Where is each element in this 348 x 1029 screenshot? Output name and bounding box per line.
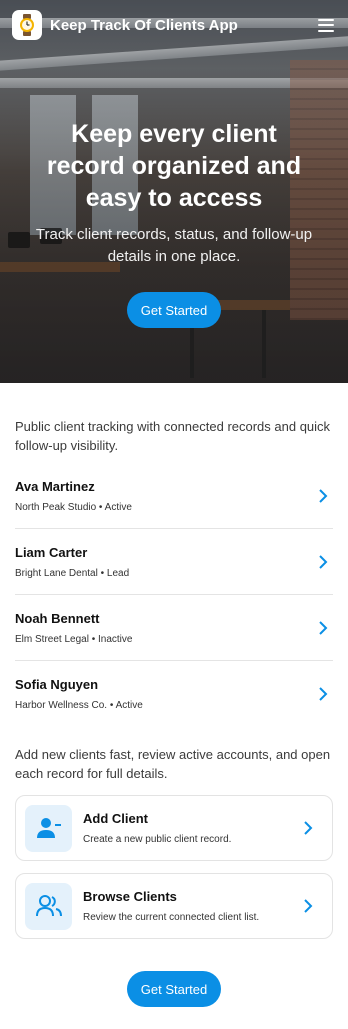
intro-text: Public client tracking with connected re… <box>15 419 331 453</box>
browse-clients-card[interactable]: Browse Clients Review the current connec… <box>15 873 333 939</box>
add-client-card[interactable]: Add Client Create a new public client re… <box>15 795 333 861</box>
client-name: Ava Martinez <box>15 478 95 494</box>
hero-section: Keep Track Of Clients App Keep every cli… <box>0 0 348 383</box>
client-name: Sofia Nguyen <box>15 677 99 692</box>
chevron-right-icon[interactable] <box>298 896 318 916</box>
list-item[interactable]: Noah Bennett Elm Street Legal • Inactive <box>15 595 333 661</box>
chevron-right-icon[interactable] <box>298 818 318 838</box>
watch-icon[interactable] <box>12 10 42 40</box>
client-list: Ava Martinez North Peak Studio • Active … <box>15 463 333 727</box>
list-item[interactable]: Ava Martinez North Peak Studio • Active <box>15 463 333 529</box>
chevron-right-icon[interactable] <box>313 684 333 704</box>
chevron-right-icon[interactable] <box>313 486 333 506</box>
card-description: Review the current connected client list… <box>83 912 260 923</box>
chevron-right-icon[interactable] <box>313 552 333 572</box>
hero-title: Keep every client record organized and e… <box>46 120 302 212</box>
app-title: Keep Track Of Clients App <box>50 16 238 34</box>
hamburger-menu-icon[interactable] <box>318 18 334 32</box>
bottom-cta: Get Started <box>15 971 333 1007</box>
hero-subtitle: Track client records, status, and follow… <box>35 226 313 265</box>
client-meta: Bright Lane Dental • Lead <box>15 567 130 579</box>
client-name: Noah Bennett <box>15 610 100 626</box>
users-icon <box>25 882 72 930</box>
card-description: Create a new public client record. <box>83 834 232 845</box>
card-title: Browse Clients <box>83 889 177 904</box>
hero-content: Keep every client record organized and e… <box>0 118 348 328</box>
add-user-icon <box>25 804 72 852</box>
client-meta: Elm Street Legal • Inactive <box>15 633 133 645</box>
client-meta: North Peak Studio • Active <box>15 501 132 513</box>
list-item[interactable]: Liam Carter Bright Lane Dental • Lead <box>15 529 333 595</box>
client-name: Liam Carter <box>15 544 88 560</box>
main-content: Public client tracking with connected re… <box>0 383 348 1007</box>
list-item[interactable]: Sofia Nguyen Harbor Wellness Co. • Activ… <box>15 661 333 727</box>
outro-text: Add new clients fast, review active acco… <box>15 747 331 781</box>
top-bar: Keep Track Of Clients App <box>0 0 348 50</box>
chevron-right-icon[interactable] <box>313 618 333 638</box>
get-started-button[interactable]: Get Started <box>126 292 222 328</box>
client-meta: Harbor Wellness Co. • Active <box>15 700 143 711</box>
get-started-button[interactable]: Get Started <box>126 971 222 1007</box>
card-title: Add Client <box>83 811 148 826</box>
